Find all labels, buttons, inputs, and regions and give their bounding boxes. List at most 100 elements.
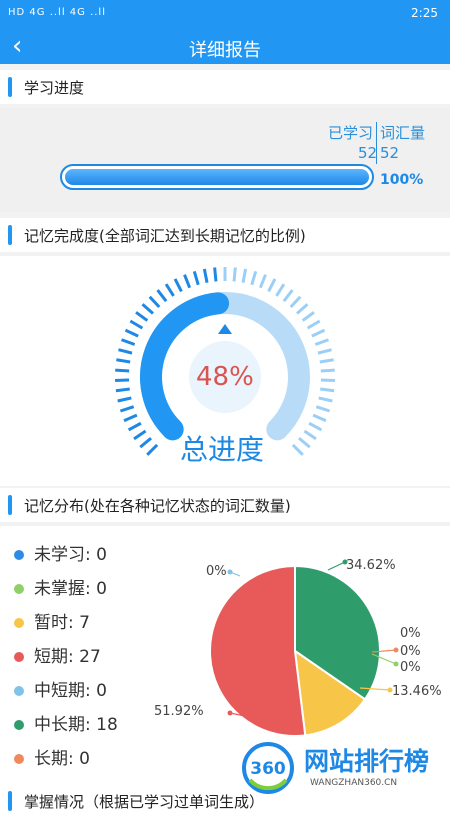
- gauge-tick: [276, 284, 284, 296]
- gauge-tick: [204, 269, 207, 283]
- progress-fill: [65, 169, 369, 185]
- gauge-tick: [124, 415, 137, 421]
- legend-item: 中长期: 18: [14, 710, 118, 735]
- pie-leader-dot: [394, 662, 399, 667]
- gauge-tick: [260, 275, 265, 288]
- gauge-title: 总进度: [180, 428, 264, 468]
- pie-slice-短期: [210, 566, 305, 736]
- gauge-pointer: [218, 324, 232, 334]
- section-marker: [8, 77, 12, 97]
- gauge-tick: [136, 312, 147, 320]
- gauge-tick: [284, 290, 293, 301]
- section-marker: [8, 225, 12, 245]
- legend-dot: [14, 584, 24, 594]
- vocab-label: 词汇量: [380, 122, 425, 143]
- gauge-tick: [291, 297, 301, 307]
- legend-dot: [14, 652, 24, 662]
- gauge-tick: [293, 445, 303, 455]
- gauge-tick: [158, 290, 167, 301]
- gauge-tick: [215, 267, 216, 281]
- gauge-tick: [175, 279, 181, 291]
- learned-value: 52: [358, 144, 377, 162]
- legend-label: 长期: 0: [34, 749, 90, 769]
- pie-label-unmastered: 0%: [400, 660, 421, 675]
- gauge-tick: [309, 423, 321, 430]
- gauge-tick: [304, 431, 316, 439]
- gauge-tick: [319, 398, 333, 401]
- gauge-tick: [308, 321, 320, 328]
- gauge-tick: [185, 275, 190, 288]
- learned-label: 已学习: [328, 122, 373, 143]
- gauge-tick: [318, 350, 332, 353]
- legend-item: 暂时: 7: [14, 608, 90, 633]
- gauge-tick: [315, 340, 328, 345]
- legend-dot: [14, 618, 24, 628]
- section-header-memory: 记忆完成度(全部词汇达到长期记忆的比例): [0, 218, 450, 252]
- legend-label: 短期: 27: [34, 647, 101, 667]
- gauge-tick: [312, 330, 325, 336]
- vocab-value: 52: [380, 144, 399, 162]
- gauge-tick: [142, 304, 153, 313]
- section-marker: [8, 791, 12, 811]
- gauge-tick: [140, 438, 151, 447]
- pie-leader-dot: [228, 570, 233, 575]
- gauge-tick: [316, 407, 329, 411]
- gauge-tick: [320, 360, 334, 362]
- gauge-tick: [130, 321, 142, 328]
- watermark-url: WANGZHAN360.CN: [310, 778, 397, 788]
- gauge-tick: [122, 340, 135, 345]
- gauge-tick: [116, 389, 130, 391]
- progress-percent: 100%: [380, 172, 423, 188]
- gauge-tick: [303, 312, 314, 320]
- gauge-tick: [118, 350, 132, 353]
- gauge-tick: [166, 284, 174, 296]
- watermark: 360 网站排行榜 WANGZHAN360.CN: [240, 740, 450, 800]
- page-title: 详细报告: [0, 36, 450, 62]
- gauge-tick: [116, 360, 130, 362]
- legend-label: 未学习: 0: [34, 545, 107, 565]
- section-title-distribution: 记忆分布(处在各种记忆状态的词汇数量): [24, 495, 291, 516]
- legend-dot: [14, 550, 24, 560]
- pie-label-short: 51.92%: [154, 704, 204, 719]
- section-header-distribution: 记忆分布(处在各种记忆状态的词汇数量): [0, 488, 450, 522]
- gauge-tick: [194, 271, 198, 284]
- section-title-mastery: 掌握情况（根据已学习过单词生成）: [24, 791, 264, 812]
- gauge-tick: [321, 370, 335, 371]
- gauge-tick: [243, 269, 246, 283]
- legend-item: 未学习: 0: [14, 540, 107, 565]
- gauge-tick: [120, 407, 133, 411]
- gauge-percent: 48%: [196, 362, 254, 392]
- gauge-tick: [150, 297, 160, 307]
- legend-dot: [14, 686, 24, 696]
- legend-label: 中长期: 18: [34, 715, 118, 735]
- pie-label-midlong: 34.62%: [346, 558, 396, 573]
- pie-label-unlearned: 0%: [400, 644, 421, 659]
- legend-label: 未掌握: 0: [34, 579, 107, 599]
- gauge-tick: [320, 389, 334, 391]
- svg-text:360: 360: [250, 759, 286, 779]
- gauge-tick: [147, 445, 157, 455]
- pie-leader-line: [328, 562, 345, 570]
- section-title-memory: 记忆完成度(全部词汇达到长期记忆的比例): [24, 225, 306, 246]
- legend-label: 暂时: 7: [34, 613, 90, 633]
- gauge-tick: [115, 370, 129, 371]
- progress-bar: [60, 164, 374, 190]
- legend-label: 中短期: 0: [34, 681, 107, 701]
- gauge-tick: [118, 398, 132, 401]
- gauge-tick: [134, 431, 146, 439]
- pie-label-midshort: 0%: [400, 626, 421, 641]
- gauge-tick: [269, 279, 275, 291]
- gauge-tick: [297, 304, 308, 313]
- pie-leader-dot: [394, 648, 399, 653]
- section-title-progress: 学习进度: [24, 77, 84, 98]
- section-marker: [8, 495, 12, 515]
- watermark-text: 网站排行榜: [304, 742, 429, 778]
- gauge-tick: [252, 271, 256, 284]
- pie-leader-dot: [228, 711, 233, 716]
- clock: 2:25: [411, 6, 438, 20]
- gauge-tick: [129, 423, 141, 430]
- signal-info: HD 4G ..ll 4G ..ll: [8, 7, 106, 18]
- gauge-tick: [313, 415, 326, 421]
- pie-label-temporary: 13.46%: [392, 684, 442, 699]
- gauge-tick: [234, 267, 235, 281]
